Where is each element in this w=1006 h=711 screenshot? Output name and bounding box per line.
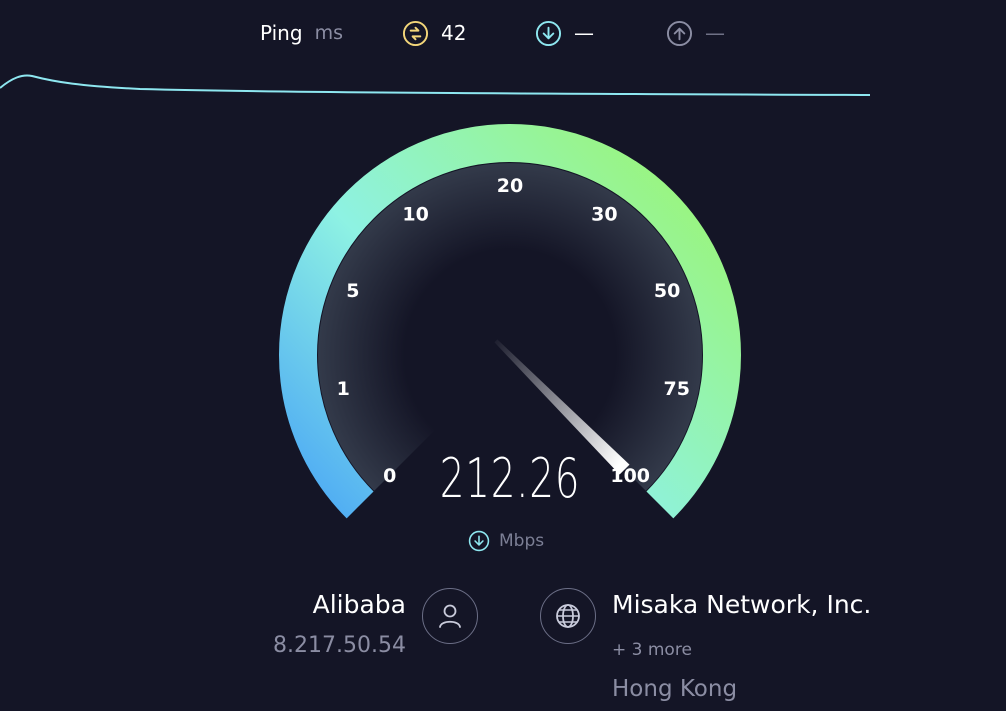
gauge-tick-75: 75: [663, 378, 689, 400]
globe-icon: [556, 604, 580, 628]
speed-unit-row: Mbps: [468, 530, 544, 552]
gauge-tick-30: 30: [591, 204, 617, 226]
server-ip: 8.217.50.54: [273, 633, 406, 658]
isp-more-link[interactable]: + 3 more: [612, 640, 692, 660]
isp-name: Misaka Network, Inc.: [612, 590, 872, 619]
gauge-tick-10: 10: [402, 204, 428, 226]
gauge-tick-5: 5: [346, 280, 359, 302]
speed-unit: Mbps: [499, 531, 545, 551]
isp-location: Hong Kong: [612, 676, 738, 702]
download-arrow-icon: [468, 530, 490, 552]
gauge-tick-50: 50: [654, 280, 680, 302]
gauge-tick-1: 1: [337, 378, 350, 400]
speedtest-screen: Ping ms 42 — — 0 1 5 10 20 30 50 75 100 …: [0, 0, 1006, 711]
user-icon: [439, 604, 461, 628]
gauge-tick-20: 20: [497, 175, 523, 197]
change-isp-button[interactable]: [540, 588, 596, 644]
change-server-button[interactable]: [422, 588, 478, 644]
server-name: Alibaba: [312, 590, 406, 619]
gauge-tick-0: 0: [383, 465, 396, 487]
speed-reading: 212.26: [439, 447, 581, 510]
